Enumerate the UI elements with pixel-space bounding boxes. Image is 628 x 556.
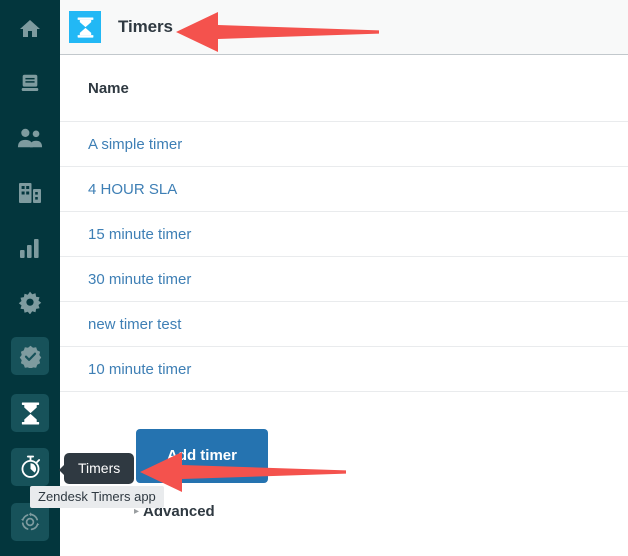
home-icon (18, 17, 42, 41)
sidebar-item-customers[interactable] (11, 119, 49, 157)
gear-refresh-icon (18, 510, 42, 534)
hourglass-icon (20, 401, 41, 425)
app-content-area: Timers Name A simple timer 4 HOUR SLA 15… (60, 0, 628, 556)
timer-link[interactable]: 10 minute timer (88, 361, 191, 378)
sidebar-item-views[interactable] (11, 64, 49, 102)
sidebar-item-timers-hourglass[interactable] (11, 394, 49, 432)
main-sidebar (0, 0, 60, 556)
sidebar-item-organizations[interactable] (11, 174, 49, 212)
table-row[interactable]: 10 minute timer (60, 347, 628, 392)
check-badge-icon (19, 345, 42, 368)
organizations-icon (18, 182, 42, 204)
views-icon (19, 72, 41, 94)
stopwatch-icon (19, 455, 42, 479)
sidebar-item-home[interactable] (11, 10, 49, 48)
column-header-name: Name (88, 79, 129, 97)
hourglass-app-icon (69, 11, 101, 43)
reporting-icon (19, 238, 41, 258)
table-row[interactable]: 15 minute timer (60, 212, 628, 257)
table-row[interactable]: 30 minute timer (60, 257, 628, 302)
app-name-label: Zendesk Timers app (30, 486, 164, 508)
timer-link[interactable]: 15 minute timer (88, 226, 191, 243)
customers-icon (17, 127, 43, 149)
timer-link[interactable]: new timer test (88, 316, 181, 333)
table-row[interactable]: 4 HOUR SLA (60, 167, 628, 212)
timer-link[interactable]: 30 minute timer (88, 271, 191, 288)
timers-tooltip: Timers (58, 453, 135, 484)
sidebar-item-reporting[interactable] (11, 229, 49, 267)
table-row[interactable]: A simple timer (60, 122, 628, 167)
table-row[interactable]: new timer test (60, 302, 628, 347)
sidebar-item-timers-stopwatch[interactable] (11, 448, 49, 486)
sidebar-item-approvals[interactable] (11, 337, 49, 375)
timer-link[interactable]: A simple timer (88, 136, 182, 153)
sidebar-item-automations[interactable] (11, 503, 49, 541)
timer-link[interactable]: 4 HOUR SLA (88, 181, 177, 198)
settings-gear-icon (18, 290, 42, 314)
page-title: Timers (118, 17, 173, 36)
chevron-right-icon: ▸ (134, 505, 140, 517)
app-header-bar: Timers (60, 0, 628, 55)
sidebar-item-admin[interactable] (11, 283, 49, 321)
add-timer-button[interactable]: Add timer (136, 429, 268, 483)
timers-table: Name A simple timer 4 HOUR SLA 15 minute… (60, 55, 628, 392)
table-header-row: Name (60, 55, 628, 122)
